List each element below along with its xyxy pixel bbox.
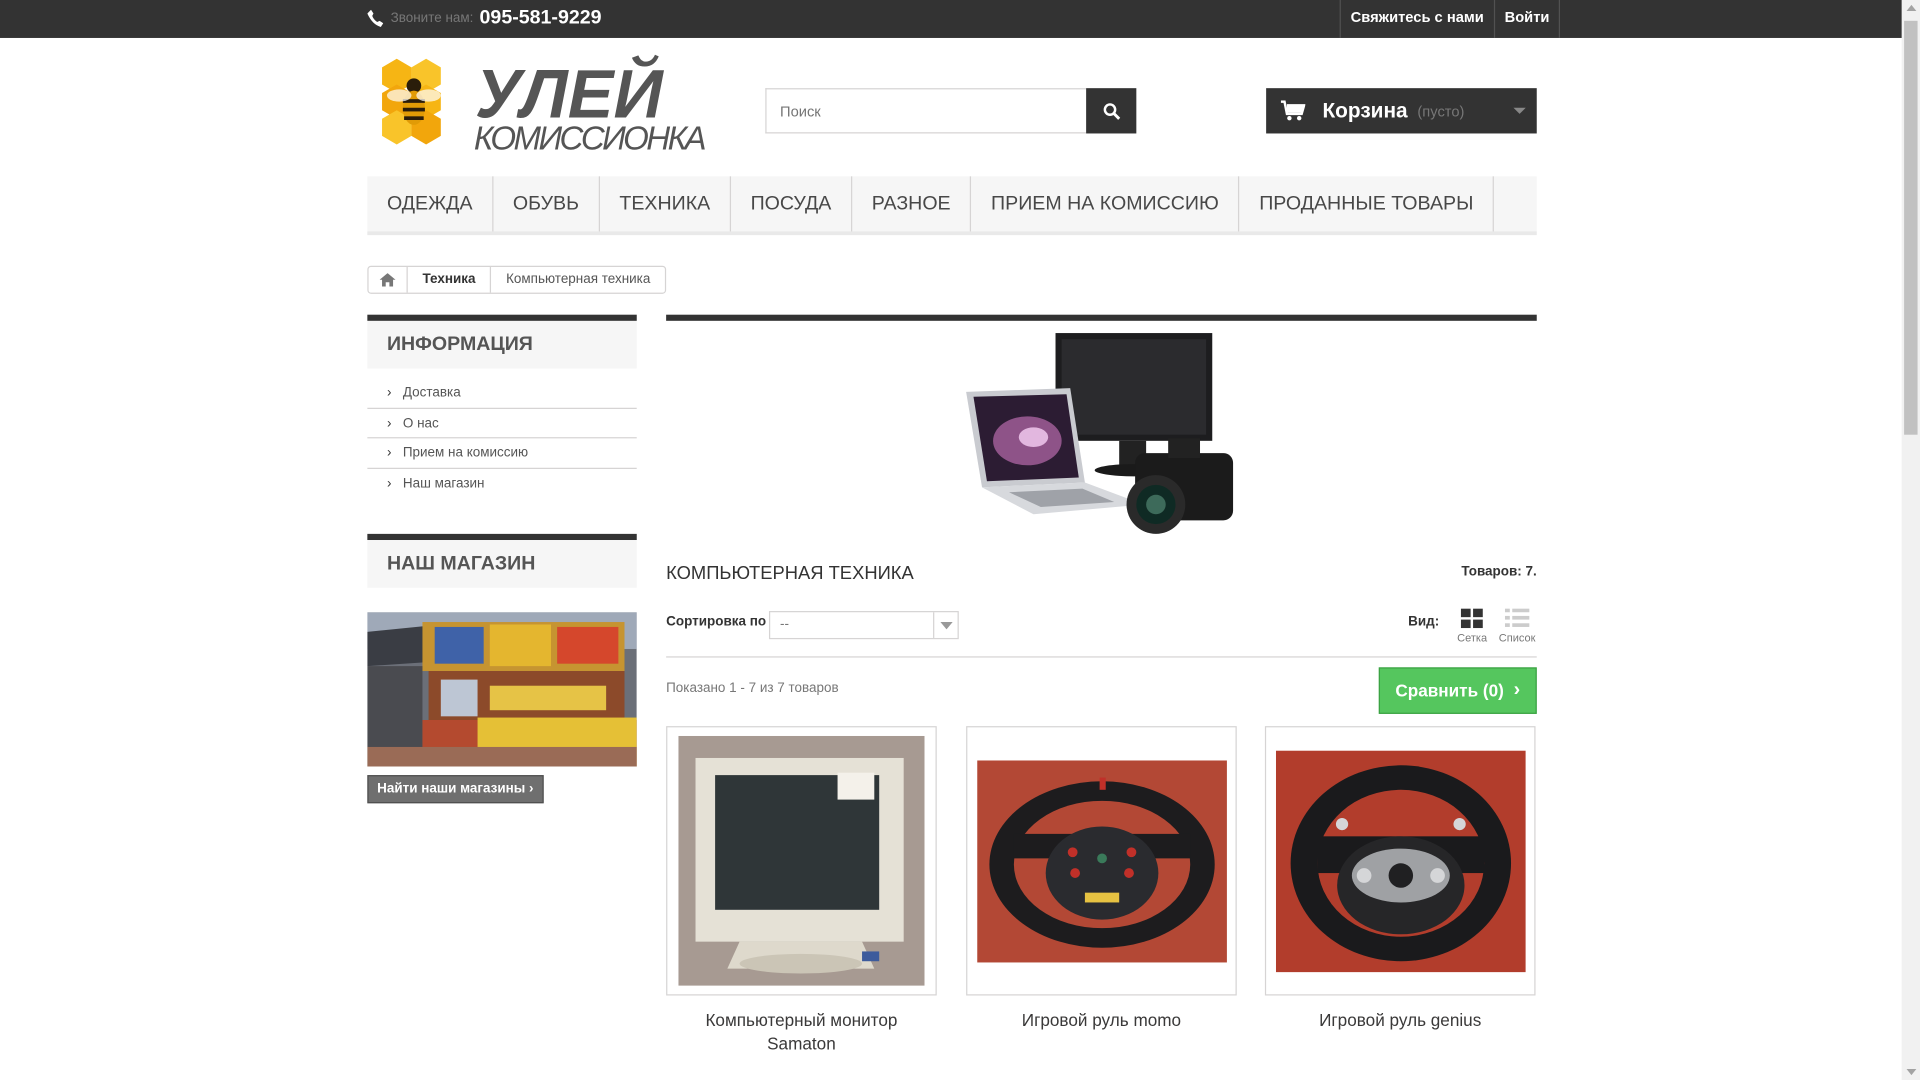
login-link[interactable]: Войти (1493, 0, 1561, 38)
compare-button[interactable]: Сравнить (0) › (1378, 667, 1537, 714)
top-links: Свяжитесь с нами Войти (1339, 0, 1561, 38)
compare-label: Сравнить (0) (1395, 680, 1504, 701)
find-stores-button[interactable]: Найти наши магазины › (367, 775, 544, 804)
menu-item-shoes[interactable]: ОБУВЬ (493, 176, 600, 232)
phone-block: Звоните нам: 095-581-9229 (367, 6, 602, 30)
steering-wheel-photo (976, 759, 1227, 962)
search-icon (1103, 102, 1120, 120)
info-block: ИНФОРМАЦИЯ › Доставка › О нас › Прием на ко… (367, 314, 637, 499)
cart-status: (пусто) (1417, 102, 1465, 120)
menu-item-consignment[interactable]: ПРИЕМ НА КОМИССИЮ (971, 176, 1240, 232)
product-image-frame[interactable] (1264, 726, 1536, 996)
category-title: КОМПЬЮТЕРНАЯ ТЕХНИКА (666, 563, 914, 585)
product-card[interactable]: Компьютерный монитор Samaton (666, 726, 937, 1055)
chevron-right-icon: › (386, 415, 392, 431)
home-icon (379, 273, 396, 287)
cart-title: Корзина (1322, 98, 1408, 122)
view-label: Вид: (1408, 614, 1440, 630)
store-block-title: НАШ МАГАЗИН (367, 533, 637, 588)
list-icon (1504, 608, 1530, 627)
phone-number[interactable]: 095-581-9229 (480, 7, 602, 29)
call-label: Звоните нам: (390, 11, 474, 26)
chevron-down-icon (933, 612, 957, 638)
search-input[interactable] (765, 88, 1087, 134)
sort-value: -- (780, 617, 789, 632)
scroll-down-arrow-icon[interactable] (1906, 1068, 1917, 1076)
breadcrumb-home[interactable] (369, 266, 408, 293)
menu-item-clothes[interactable]: ОДЕЖДА (367, 176, 494, 232)
info-item-label: Прием на комиссию (402, 445, 529, 461)
info-item-consignment[interactable]: › Прием на комиссию (367, 438, 637, 469)
info-block-title: ИНФОРМАЦИЯ (367, 314, 637, 369)
chevron-right-icon: › (1513, 679, 1521, 701)
caret-down-icon (1513, 107, 1526, 114)
info-list: › Доставка › О нас › Прием на комиссию › Наш… (367, 369, 637, 499)
product-count: Товаров: 7. (1461, 564, 1537, 580)
store-photo[interactable] (367, 612, 637, 767)
product-name[interactable]: Компьютерный монитор Samaton (666, 1009, 937, 1056)
sort-select[interactable]: -- (768, 611, 959, 640)
menu-item-dishes[interactable]: ПОСУДА (731, 176, 853, 232)
product-image-frame[interactable] (666, 726, 937, 996)
page-scrollbar[interactable] (1901, 0, 1920, 1080)
category-banner (666, 314, 1537, 539)
chevron-right-icon: › (386, 445, 392, 461)
info-item-label: О нас (402, 415, 439, 431)
monitor-photo (678, 735, 925, 986)
product-name[interactable]: Игровой руль momo (966, 1009, 1237, 1032)
cart-button[interactable]: Корзина (пусто) (1266, 88, 1537, 134)
contact-link[interactable]: Свяжитесь с нами (1339, 0, 1494, 38)
info-item-label: Наш магазин (402, 475, 485, 491)
steering-wheel-photo (1275, 750, 1526, 972)
info-item-about[interactable]: › О нас (367, 408, 637, 439)
info-item-store[interactable]: › Наш магазин (367, 468, 636, 498)
product-image-frame[interactable] (966, 726, 1237, 996)
scroll-up-arrow-icon[interactable] (1906, 4, 1917, 12)
phone-icon (367, 9, 384, 27)
breadcrumb-item-current: Компьютерная техника (506, 271, 651, 287)
product-name[interactable]: Игровой руль genius (1265, 1009, 1536, 1032)
product-card[interactable]: Игровой руль momo (966, 726, 1237, 1032)
find-stores-label: Найти наши магазины (377, 781, 526, 796)
menu-item-misc[interactable]: РАЗНОЕ (852, 176, 972, 232)
view-list-label: Список (1498, 631, 1536, 645)
logo-subtitle: КОМИССИОНКА (474, 120, 707, 157)
breadcrumb-item-electronics[interactable]: Техника (408, 266, 492, 293)
search-bar (765, 88, 1137, 134)
chevron-right-icon: › (386, 385, 392, 401)
info-item-label: Доставка (402, 385, 461, 401)
grid-icon (1461, 608, 1484, 629)
logo-image: УЛЕЙ КОМИССИОНКА (382, 55, 707, 157)
info-item-delivery[interactable]: › Доставка (367, 378, 637, 409)
store-block: НАШ МАГАЗИН (367, 533, 637, 588)
site-logo[interactable]: УЛЕЙ КОМИССИОНКА (367, 49, 716, 159)
menu-item-electronics[interactable]: ТЕХНИКА (600, 176, 732, 232)
view-list-button[interactable]: Список (1498, 608, 1536, 645)
search-button[interactable] (1086, 88, 1137, 134)
sort-label: Сортировка по (666, 614, 767, 630)
main-menu: ОДЕЖДА ОБУВЬ ТЕХНИКА ПОСУДА РАЗНОЕ ПРИЕМ… (367, 176, 1537, 236)
view-grid-label: Сетка (1457, 631, 1488, 645)
view-grid-button[interactable]: Сетка (1457, 608, 1488, 645)
scroll-thumb[interactable] (1904, 20, 1918, 435)
chevron-right-icon: › (525, 781, 534, 796)
electronics-image (966, 333, 1234, 534)
shown-count: Показано 1 - 7 из 7 товаров (666, 680, 839, 696)
divider (666, 656, 1537, 658)
product-card[interactable]: Игровой руль genius (1264, 726, 1536, 1032)
shopping-cart-icon (1280, 100, 1306, 121)
breadcrumb: Техника Компьютерная техника (367, 265, 667, 294)
chevron-right-icon: › (386, 475, 392, 491)
menu-item-sold[interactable]: ПРОДАННЫЕ ТОВАРЫ (1240, 176, 1495, 232)
top-bar: Звоните нам: 095-581-9229 Свяжитесь с на… (0, 0, 1920, 38)
